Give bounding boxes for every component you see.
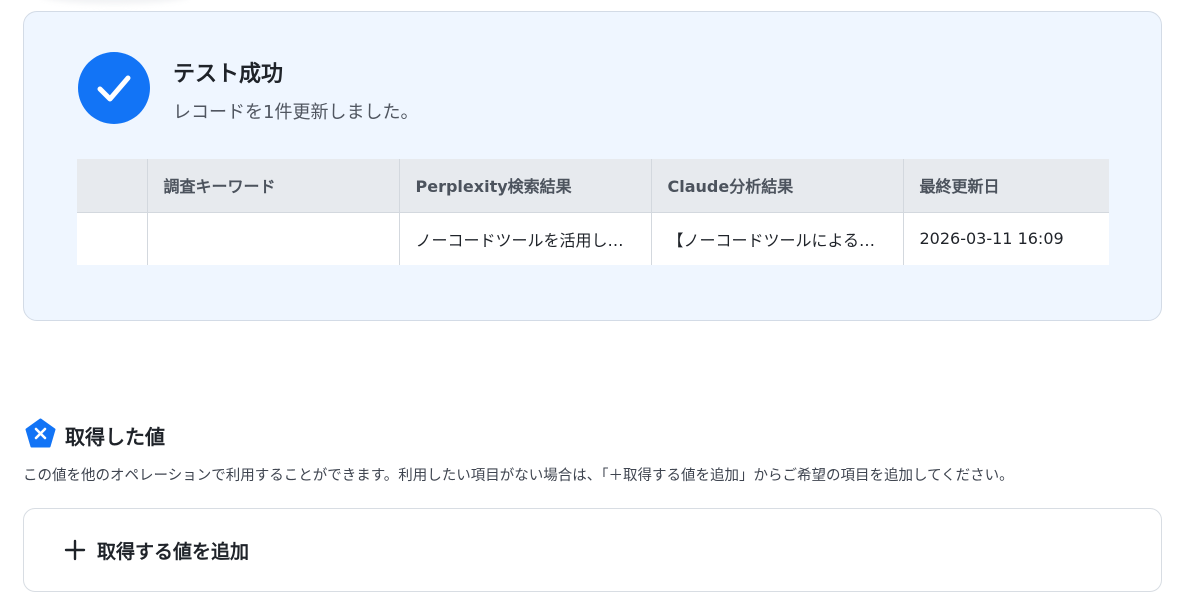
table-row: ノーコードツールを活用し… 【ノーコードツールによる… 2026-03-11 1…	[77, 212, 1109, 265]
previous-card-shadow	[40, 0, 190, 4]
success-title: テスト成功	[173, 62, 284, 87]
add-acquired-value-button[interactable]: 取得する値を追加	[23, 508, 1162, 592]
table-cell-perplexity: ノーコードツールを活用し…	[399, 212, 652, 265]
table-cell-updated: 2026-03-11 16:09	[903, 212, 1109, 265]
column-header-keyword: 調査キーワード	[147, 159, 400, 213]
test-success-panel: テスト成功 レコードを1件更新しました。 調査キーワード Perplexity検…	[23, 11, 1162, 321]
table-header-row: 調査キーワード Perplexity検索結果 Claude分析結果 最終更新日	[77, 159, 1109, 213]
column-header-index	[77, 159, 148, 213]
table-cell-keyword	[147, 212, 400, 265]
success-message: レコードを1件更新しました。	[173, 102, 419, 123]
column-header-claude: Claude分析結果	[651, 159, 904, 213]
column-header-updated: 最終更新日	[903, 159, 1109, 213]
yoom-x-pentagon-icon	[25, 418, 56, 448]
plus-icon	[64, 539, 86, 561]
column-header-perplexity: Perplexity検索結果	[399, 159, 652, 213]
table-cell-index	[77, 212, 148, 265]
result-table: 調査キーワード Perplexity検索結果 Claude分析結果 最終更新日 …	[77, 159, 1109, 265]
section-title: 取得した値	[65, 425, 165, 449]
table-cell-claude: 【ノーコードツールによる…	[651, 212, 904, 265]
success-check-icon	[78, 52, 150, 124]
section-description: この値を他のオペレーションで利用することができます。利用したい項目がない場合は、…	[23, 468, 1014, 484]
add-button-label: 取得する値を追加	[97, 541, 250, 563]
